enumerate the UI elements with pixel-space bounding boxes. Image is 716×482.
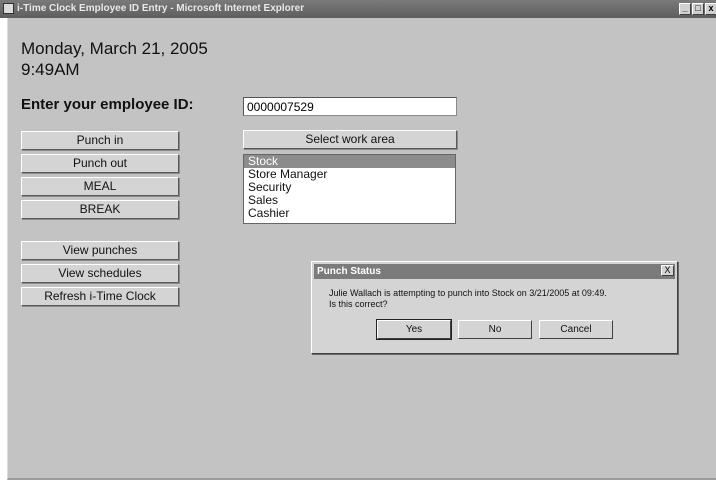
no-button[interactable]: No bbox=[458, 320, 532, 339]
current-time: 9:49AM bbox=[21, 60, 80, 79]
window-title: i-Time Clock Employee ID Entry - Microso… bbox=[17, 3, 305, 14]
close-window-button[interactable]: x bbox=[705, 3, 716, 15]
punch-out-button[interactable]: Punch out bbox=[21, 154, 179, 173]
employee-id-input[interactable] bbox=[243, 97, 457, 116]
work-area-list[interactable]: Stock Store Manager Security Sales Cashi… bbox=[243, 154, 456, 224]
minimize-button[interactable]: _ bbox=[679, 3, 691, 15]
dialog-message-line1: Julie Wallach is attempting to punch int… bbox=[329, 288, 607, 298]
employee-id-label: Enter your employee ID: bbox=[21, 96, 194, 113]
dialog-title: Punch Status bbox=[314, 264, 675, 279]
maximize-button[interactable]: □ bbox=[692, 3, 704, 15]
ie-app-icon bbox=[3, 3, 14, 14]
select-work-area-button[interactable]: Select work area bbox=[243, 130, 457, 149]
page-content: Monday, March 21, 2005 9:49AM Enter your… bbox=[7, 18, 716, 480]
view-schedules-button[interactable]: View schedules bbox=[21, 264, 179, 283]
current-date: Monday, March 21, 2005 bbox=[21, 39, 208, 58]
break-button[interactable]: BREAK bbox=[21, 200, 179, 219]
yes-button[interactable]: Yes bbox=[376, 319, 452, 340]
work-area-option-cashier[interactable]: Cashier bbox=[244, 207, 455, 220]
punch-status-dialog: Punch Status X Julie Wallach is attempti… bbox=[311, 261, 678, 354]
dialog-message-line2: Is this correct? bbox=[329, 299, 388, 309]
punch-in-button[interactable]: Punch in bbox=[21, 131, 179, 150]
dialog-close-icon[interactable]: X bbox=[661, 265, 674, 276]
meal-button[interactable]: MEAL bbox=[21, 177, 179, 196]
refresh-button[interactable]: Refresh i-Time Clock bbox=[21, 287, 179, 306]
title-bar[interactable]: i-Time Clock Employee ID Entry - Microso… bbox=[0, 0, 716, 18]
cancel-button[interactable]: Cancel bbox=[539, 320, 613, 339]
browser-window: i-Time Clock Employee ID Entry - Microso… bbox=[0, 0, 716, 482]
view-punches-button[interactable]: View punches bbox=[21, 241, 179, 260]
dialog-message: Julie Wallach is attempting to punch int… bbox=[329, 288, 674, 310]
